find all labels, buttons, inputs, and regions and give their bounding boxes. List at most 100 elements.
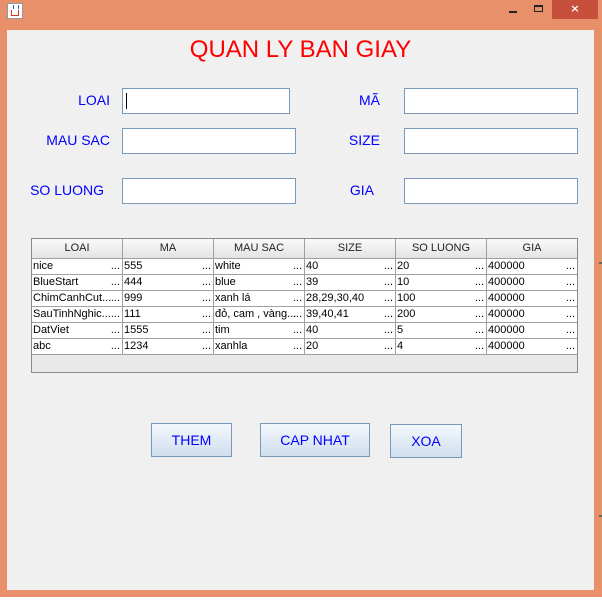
cell-ellipsis: ...: [383, 308, 393, 320]
cell-so-luong[interactable]: 20...: [396, 259, 487, 274]
column-header-so-luong[interactable]: SO LUONG: [396, 239, 487, 258]
cell-ma[interactable]: 1234...: [123, 339, 214, 354]
cell-gia[interactable]: 400000...: [487, 323, 577, 338]
cell-size[interactable]: 20...: [305, 339, 396, 354]
cell-ma[interactable]: 111...: [123, 307, 214, 322]
column-header-gia[interactable]: GIA: [487, 239, 577, 258]
cell-gia[interactable]: 400000...: [487, 275, 577, 290]
cell-so-luong[interactable]: 4...: [396, 339, 487, 354]
cell-text: ChimCanhCut...: [33, 292, 112, 304]
xoa-button[interactable]: XOA: [390, 424, 462, 458]
cell-gia[interactable]: 400000...: [487, 259, 577, 274]
cap-nhat-button[interactable]: CAP NHAT: [260, 423, 370, 457]
column-header-ma[interactable]: MA: [123, 239, 214, 258]
so-luong-field[interactable]: [122, 178, 296, 204]
loai-field[interactable]: [122, 88, 290, 114]
cell-ellipsis: ...: [383, 340, 393, 352]
table-row[interactable]: ChimCanhCut...... 999... xanh lá... 28,29,3…: [32, 291, 577, 307]
cell-ma[interactable]: 1555...: [123, 323, 214, 338]
cell-ellipsis: ...: [383, 292, 393, 304]
column-header-size[interactable]: SIZE: [305, 239, 396, 258]
maximize-icon: [534, 5, 543, 12]
label-size: SIZE: [348, 132, 380, 148]
table-row[interactable]: BlueStart... 444... blue... 39... 10... 40000…: [32, 275, 577, 291]
cell-text: xanh lá: [215, 292, 251, 304]
cell-text: 4: [397, 340, 404, 352]
cell-text: abc: [33, 340, 51, 352]
cell-loai[interactable]: SauTinhNghic......: [32, 307, 123, 322]
table-row[interactable]: DatViet... 1555... tim... 40... 5... 400000..…: [32, 323, 577, 339]
cell-loai[interactable]: DatViet...: [32, 323, 123, 338]
ma-field[interactable]: [404, 88, 578, 114]
cell-size[interactable]: 40...: [305, 323, 396, 338]
close-icon: ×: [570, 2, 580, 15]
label-gia: GIA: [349, 182, 374, 198]
cell-loai[interactable]: BlueStart...: [32, 275, 123, 290]
column-header-loai[interactable]: LOAI: [32, 239, 123, 258]
cell-mau-sac[interactable]: đỏ, cam , vàng......: [214, 307, 305, 322]
cell-loai[interactable]: abc...: [32, 339, 123, 354]
table-row[interactable]: SauTinhNghic...... 111... đỏ, cam , vàng..…: [32, 307, 577, 323]
cell-size[interactable]: 40...: [305, 259, 396, 274]
cell-loai[interactable]: ChimCanhCut......: [32, 291, 123, 306]
cell-so-luong[interactable]: 10...: [396, 275, 487, 290]
mau-sac-field[interactable]: [122, 128, 296, 154]
cell-ellipsis: ...: [201, 324, 211, 336]
cell-text: 40: [306, 324, 319, 336]
maximize-button[interactable]: [526, 0, 552, 19]
cell-ma[interactable]: 999...: [123, 291, 214, 306]
cell-gia[interactable]: 400000...: [487, 291, 577, 306]
cell-mau-sac[interactable]: blue...: [214, 275, 305, 290]
cell-mau-sac[interactable]: xanhla...: [214, 339, 305, 354]
cell-ellipsis: ...: [565, 260, 575, 272]
cell-text: DatViet: [33, 324, 69, 336]
gia-field[interactable]: [404, 178, 578, 204]
size-field[interactable]: [404, 128, 578, 154]
cell-gia[interactable]: 400000...: [487, 339, 577, 354]
cell-ellipsis: ...: [110, 260, 120, 272]
cell-ellipsis: ...: [201, 340, 211, 352]
cell-so-luong[interactable]: 100...: [396, 291, 487, 306]
them-button[interactable]: THEM: [151, 423, 232, 457]
cell-ma[interactable]: 555...: [123, 259, 214, 274]
cell-text: 999: [124, 292, 143, 304]
cell-mau-sac[interactable]: white...: [214, 259, 305, 274]
title-bar[interactable]: ×: [0, 0, 602, 22]
cell-text: 20: [306, 340, 319, 352]
cell-text: blue: [215, 276, 236, 288]
content-panel: QUAN LY BAN GIAY LOAI MÃ MAU SAC SIZE SO…: [7, 30, 594, 590]
column-header-mau-sac[interactable]: MAU SAC: [214, 239, 305, 258]
cell-gia[interactable]: 400000...: [487, 307, 577, 322]
cell-ellipsis: ...: [474, 292, 484, 304]
cell-ellipsis: ...: [201, 276, 211, 288]
cell-ellipsis: ...: [292, 340, 302, 352]
cell-text: 200: [397, 308, 416, 320]
cell-ma[interactable]: 444...: [123, 275, 214, 290]
cell-mau-sac[interactable]: tim...: [214, 323, 305, 338]
cell-text: 400000: [488, 276, 525, 288]
close-button[interactable]: ×: [552, 0, 598, 19]
minimize-button[interactable]: [500, 0, 526, 19]
cell-loai[interactable]: nice...: [32, 259, 123, 274]
cell-ellipsis: ...: [383, 324, 393, 336]
cell-text: 10: [397, 276, 410, 288]
cell-text: BlueStart: [33, 276, 79, 288]
cell-text: white: [215, 260, 241, 272]
cell-size[interactable]: 28,29,30,40...: [305, 291, 396, 306]
cell-so-luong[interactable]: 200...: [396, 307, 487, 322]
cell-text: 400000: [488, 324, 525, 336]
cell-ellipsis: ...: [565, 324, 575, 336]
cell-ellipsis: ...: [110, 276, 120, 288]
app-window: × QUAN LY BAN GIAY LOAI MÃ MAU SAC SIZE …: [0, 0, 602, 597]
cell-size[interactable]: 39...: [305, 275, 396, 290]
table-row[interactable]: abc... 1234... xanhla... 20... 4... 400000...: [32, 339, 577, 355]
table-row[interactable]: nice... 555... white... 40... 20... 400000...: [32, 259, 577, 275]
cell-text: 5: [397, 324, 404, 336]
cell-mau-sac[interactable]: xanh lá...: [214, 291, 305, 306]
cell-ellipsis: ...: [201, 260, 211, 272]
cell-size[interactable]: 39,40,41...: [305, 307, 396, 322]
cell-text: 444: [124, 276, 143, 288]
page-title: QUAN LY BAN GIAY: [189, 36, 412, 63]
data-table[interactable]: LOAI MA MAU SAC SIZE SO LUONG GIA nice..…: [31, 238, 578, 373]
cell-so-luong[interactable]: 5...: [396, 323, 487, 338]
